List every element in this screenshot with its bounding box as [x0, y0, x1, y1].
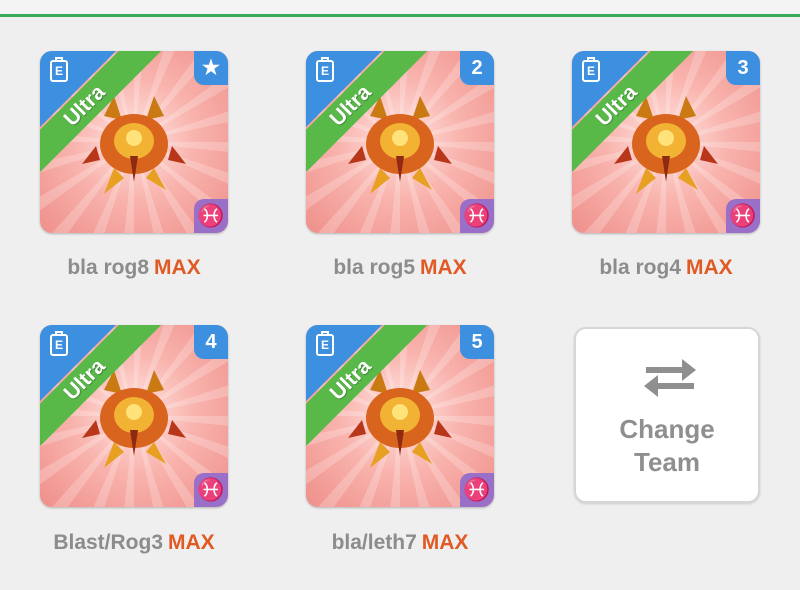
pisces-element-icon: ♓ [726, 199, 760, 233]
monster-name-2: bla rog5 MAX [333, 256, 467, 279]
document-icon: E [316, 57, 334, 82]
document-icon: E [316, 331, 334, 356]
slot-number-badge: 5 [460, 325, 494, 359]
monster-card-4[interactable]: Ultra E 4 ♓ [40, 325, 228, 507]
swap-arrows-icon [644, 359, 696, 397]
pisces-element-icon: ♓ [194, 473, 228, 507]
monster-name-4: Blast/Rog3 MAX [53, 531, 215, 554]
pisces-element-icon: ♓ [460, 473, 494, 507]
monster-name-1: bla rog8 MAX [67, 256, 201, 279]
star-icon: ★ [194, 51, 228, 85]
change-team-label-line2: Team [634, 447, 700, 477]
pisces-element-icon: ♓ [460, 199, 494, 233]
monster-card-1[interactable]: Ultra E ★ ♓ [40, 51, 228, 233]
monster-name-3: bla rog4 MAX [599, 256, 733, 279]
slot-number-badge: 2 [460, 51, 494, 85]
top-divider [0, 0, 800, 17]
change-team-label-line1: Change [619, 414, 715, 444]
slot-number-badge: 3 [726, 51, 760, 85]
document-icon: E [50, 331, 68, 356]
change-team-button[interactable]: Change Team [574, 327, 760, 503]
document-icon: E [582, 57, 600, 82]
pisces-element-icon: ♓ [194, 199, 228, 233]
slot-number-badge: 4 [194, 325, 228, 359]
monster-name-5: bla/leth7 MAX [331, 531, 469, 554]
monster-card-2[interactable]: Ultra E 2 ♓ [306, 51, 494, 233]
monster-card-5[interactable]: Ultra E 5 ♓ [306, 325, 494, 507]
document-icon: E [50, 57, 68, 82]
monster-card-3[interactable]: Ultra E 3 ♓ [572, 51, 760, 233]
